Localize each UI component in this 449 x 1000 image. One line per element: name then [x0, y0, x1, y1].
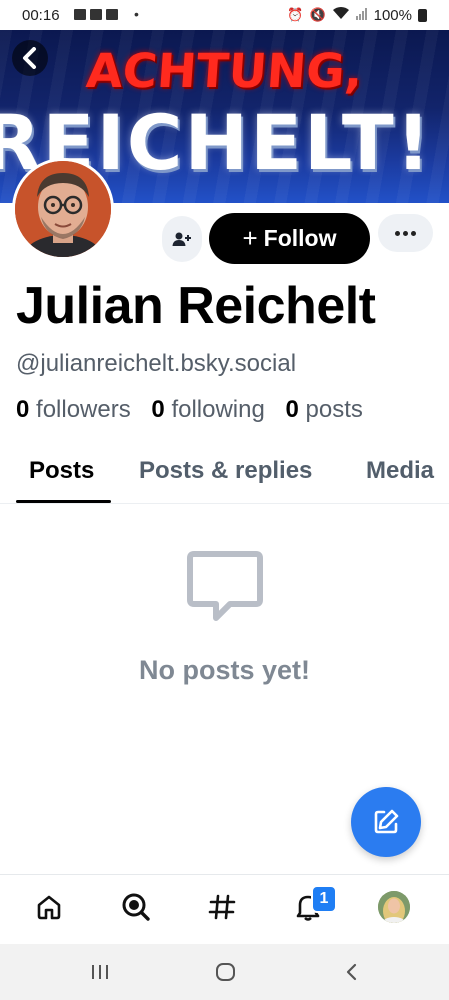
profile-avatar[interactable] [12, 158, 114, 260]
nav-home[interactable] [29, 887, 69, 927]
plus-icon: + [242, 223, 258, 253]
follow-button-label: Follow [263, 225, 337, 251]
more-dots-icon [411, 230, 416, 236]
message-bubble-icon [187, 551, 263, 621]
notification-icons [74, 9, 118, 20]
followers-count: 0 [16, 396, 30, 423]
alarm-icon: ⏰ [287, 7, 304, 22]
following-label: following [171, 396, 265, 423]
search-icon [122, 893, 150, 921]
banner-headline-line1: ACHTUNG, [84, 44, 365, 99]
more-options-button[interactable] [378, 214, 433, 252]
notification-icon [90, 9, 102, 20]
circle-home-icon [216, 963, 235, 981]
notification-icon [74, 9, 86, 20]
posts-label: posts [305, 396, 363, 423]
profile-avatar-small [378, 891, 410, 923]
following-count: 0 [151, 396, 165, 423]
status-bar: 00:16 • ⏰ 🔇 100% [0, 0, 449, 30]
notification-icon [106, 9, 118, 20]
nav-search[interactable] [116, 887, 156, 927]
chevron-left-icon [23, 47, 36, 69]
more-dots-icon [403, 230, 408, 236]
battery-text: 100% [373, 6, 412, 24]
profile-display-name: Julian Reichelt [16, 277, 376, 335]
profile-tabs: Posts Posts & replies Media [0, 447, 449, 503]
profile-stats: 0 followers 0 following 0 posts [16, 396, 377, 424]
tab-media[interactable]: Media [366, 457, 434, 485]
nav-profile[interactable] [374, 887, 414, 927]
followers-label: followers [36, 396, 131, 423]
following-stat[interactable]: 0 following [151, 396, 264, 423]
bottom-navigation [0, 874, 449, 945]
chevron-left-icon [346, 963, 357, 981]
nav-feeds[interactable] [202, 887, 242, 927]
empty-state-message: No posts yet! [138, 655, 311, 685]
avatar-photo [15, 161, 111, 257]
back-button[interactable] [12, 40, 48, 76]
mute-icon: 🔇 [309, 7, 326, 22]
follow-button[interactable]: + Follow [209, 213, 370, 264]
signal-icon [355, 7, 368, 24]
more-notifications-dot-icon: • [134, 6, 139, 22]
suggested-follows-button[interactable] [162, 216, 202, 262]
posts-stat: 0 posts [286, 396, 363, 423]
compose-icon [374, 809, 399, 834]
compose-post-button[interactable] [351, 787, 421, 857]
notifications-badge: 1 [311, 885, 337, 913]
recent-apps-icon [92, 965, 108, 979]
wifi-icon [332, 6, 350, 24]
status-right: ⏰ 🔇 100% [287, 6, 427, 24]
tab-posts-and-replies[interactable]: Posts & replies [139, 457, 312, 485]
add-user-icon [172, 232, 191, 246]
home-system-button[interactable] [215, 958, 237, 991]
more-dots-icon [395, 230, 400, 236]
profile-handle: @julianreichelt.bsky.social [16, 350, 297, 377]
posts-count: 0 [285, 396, 299, 423]
hashtag-icon [208, 894, 236, 920]
back-system-button[interactable] [344, 958, 360, 991]
home-icon [37, 895, 61, 920]
battery-icon [418, 8, 427, 22]
tab-posts[interactable]: Posts [29, 457, 94, 485]
recent-apps-button[interactable] [90, 958, 110, 991]
status-time: 00:16 [22, 7, 60, 24]
empty-state-icon [186, 548, 264, 631]
system-navigation-bar [0, 944, 449, 1000]
tabs-divider [0, 503, 449, 504]
followers-stat[interactable]: 0 followers [16, 396, 131, 423]
